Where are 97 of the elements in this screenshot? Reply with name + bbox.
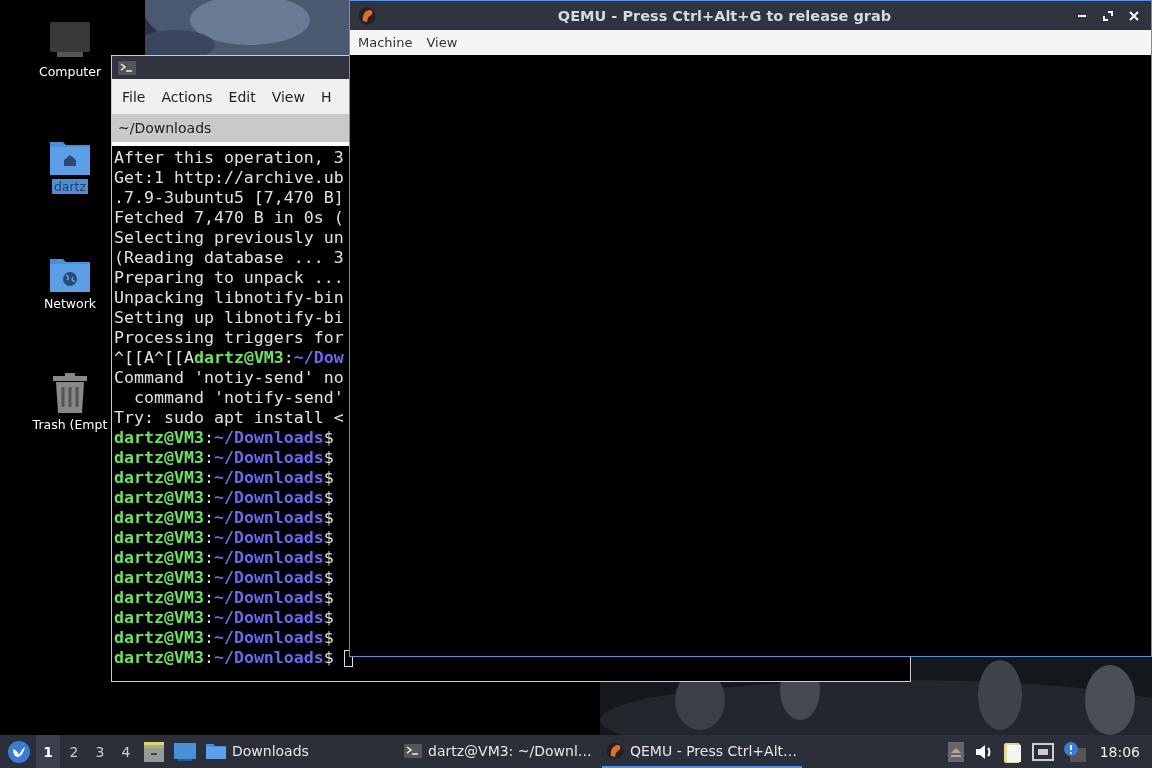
- terminal-text: dartz@VM3: [114, 548, 204, 568]
- terminal-text: $: [323, 648, 334, 668]
- terminal-icon: [118, 60, 136, 75]
- terminal-text: :: [203, 548, 214, 568]
- terminal-text: ~/Downloads: [213, 608, 324, 628]
- terminal-text: :: [203, 568, 214, 588]
- terminal-text: Command 'notiy-send' no: [114, 368, 344, 388]
- terminal-text: :: [203, 608, 214, 628]
- terminal-text: dartz@VM3: [193, 348, 284, 368]
- terminal-text: ~/Downloads: [213, 508, 324, 528]
- terminal-text: :: [203, 468, 214, 488]
- terminal-text: :: [203, 528, 214, 548]
- terminal-text: Unpacking libnotify-bin: [114, 288, 344, 308]
- workspace-button[interactable]: 2: [62, 735, 86, 768]
- workspace-button[interactable]: 4: [114, 735, 138, 768]
- tab-title[interactable]: ~/Downloads: [118, 120, 212, 136]
- terminal-text: :: [203, 628, 214, 648]
- qemu-logo-icon: [606, 741, 624, 760]
- terminal-text: dartz@VM3: [114, 568, 204, 588]
- terminal-text: Try: sudo apt install <: [114, 408, 344, 428]
- folder-icon: [206, 742, 226, 759]
- terminal-text: Get:1 http://archive.ub: [114, 168, 344, 188]
- menu-item[interactable]: Edit: [220, 88, 264, 105]
- terminal-text: $: [323, 588, 334, 608]
- taskbar-task[interactable]: QEMU - Press Ctrl+Alt…: [602, 735, 802, 768]
- terminal-text: :: [203, 648, 214, 668]
- desktop-icon-label[interactable]: Trash (Empt: [30, 417, 110, 432]
- terminal-text: :: [203, 508, 214, 528]
- terminal-text: $: [323, 608, 334, 628]
- terminal-text: Processing triggers for: [114, 328, 344, 348]
- terminal-text: ~/Downloads: [213, 468, 324, 488]
- menu-item[interactable]: Machine: [351, 35, 420, 50]
- terminal-text: $: [323, 548, 334, 568]
- terminal-text: :: [283, 348, 294, 368]
- terminal-text: dartz@VM3: [114, 448, 204, 468]
- workspace-button[interactable]: 1: [36, 735, 60, 768]
- terminal-text: Selecting previously un: [114, 228, 344, 248]
- computer-icon: [49, 22, 91, 60]
- terminal-text: ~/Downloads: [213, 428, 324, 448]
- terminal-text: Fetched 7,470 B in 0s (: [114, 208, 344, 228]
- qemu-logo-icon: [358, 6, 376, 25]
- terminal-text: ~/Downloads: [213, 488, 324, 508]
- terminal-text: dartz@VM3: [114, 588, 204, 608]
- terminal-text: dartz@VM3: [114, 528, 204, 548]
- terminal-text: dartz@VM3: [114, 628, 204, 648]
- menu-item[interactable]: View: [419, 35, 465, 50]
- terminal-text: dartz@VM3: [114, 468, 204, 488]
- clock[interactable]: 18:06: [1091, 743, 1148, 760]
- window-title: QEMU - Press Ctrl+Alt+G to release grab: [556, 7, 893, 24]
- terminal-text: dartz@VM3: [114, 428, 204, 448]
- terminal-text: ~/Downloads: [213, 648, 324, 668]
- trash-icon: [52, 373, 88, 413]
- terminal-text: $: [323, 628, 334, 648]
- terminal-text: ~/Downloads: [213, 528, 324, 548]
- terminal-text: :: [203, 428, 214, 448]
- terminal-text: dartz@VM3: [114, 488, 204, 508]
- terminal-text: dartz@VM3: [114, 648, 204, 668]
- home-folder-icon: [50, 139, 90, 175]
- terminal-text: Setting up libnotify-bi: [114, 308, 344, 328]
- terminal-text: :: [203, 448, 214, 468]
- terminal-text: ~/Dow: [293, 348, 344, 368]
- terminal-text: :: [203, 488, 214, 508]
- terminal-text: After this operation, 3: [114, 148, 344, 168]
- taskbar-task[interactable]: dartz@VM3: ~/Downl…: [400, 735, 600, 768]
- terminal-text: $: [323, 568, 334, 588]
- terminal-text: ~/Downloads: [213, 588, 324, 608]
- terminal-text: command 'notify-send': [132, 388, 344, 408]
- menu-item[interactable]: H: [312, 88, 340, 105]
- maximize-icon: [1103, 10, 1113, 21]
- desktop-icon-label[interactable]: Network: [41, 296, 99, 311]
- menu-item[interactable]: View: [263, 88, 313, 105]
- menu-item[interactable]: Actions: [153, 88, 221, 105]
- terminal-text: $: [323, 448, 334, 468]
- menu-item[interactable]: File: [114, 88, 154, 105]
- terminal-text: .7.9-3ubuntu5 [7,470 B]: [114, 188, 344, 208]
- workspace-button[interactable]: 3: [88, 735, 112, 768]
- terminal-text: ~/Downloads: [213, 568, 324, 588]
- terminal-text: $: [323, 468, 334, 488]
- desktop-icon-label[interactable]: Computer: [36, 64, 104, 79]
- close-icon: [1129, 10, 1139, 21]
- minimize-icon: [1077, 14, 1087, 17]
- terminal-text: ~/Downloads: [213, 628, 324, 648]
- taskbar-task[interactable]: Downloads: [202, 735, 398, 768]
- terminal-text: $: [323, 508, 334, 528]
- terminal-text: (Reading database ... 3: [114, 248, 344, 268]
- terminal-text: dartz@VM3: [114, 508, 204, 528]
- terminal-icon: [404, 743, 422, 758]
- terminal-text: $: [323, 528, 334, 548]
- terminal-text: :: [203, 588, 214, 608]
- terminal-text: ^[[A^[[A: [114, 348, 194, 368]
- network-folder-icon: [50, 256, 90, 292]
- terminal-text: dartz@VM3: [114, 608, 204, 628]
- terminal-text: ~/Downloads: [213, 448, 324, 468]
- terminal-text: ~/Downloads: [213, 548, 324, 568]
- terminal-text: $: [323, 488, 334, 508]
- terminal-text: $: [323, 428, 334, 448]
- terminal-text: Preparing to unpack ...: [114, 268, 344, 288]
